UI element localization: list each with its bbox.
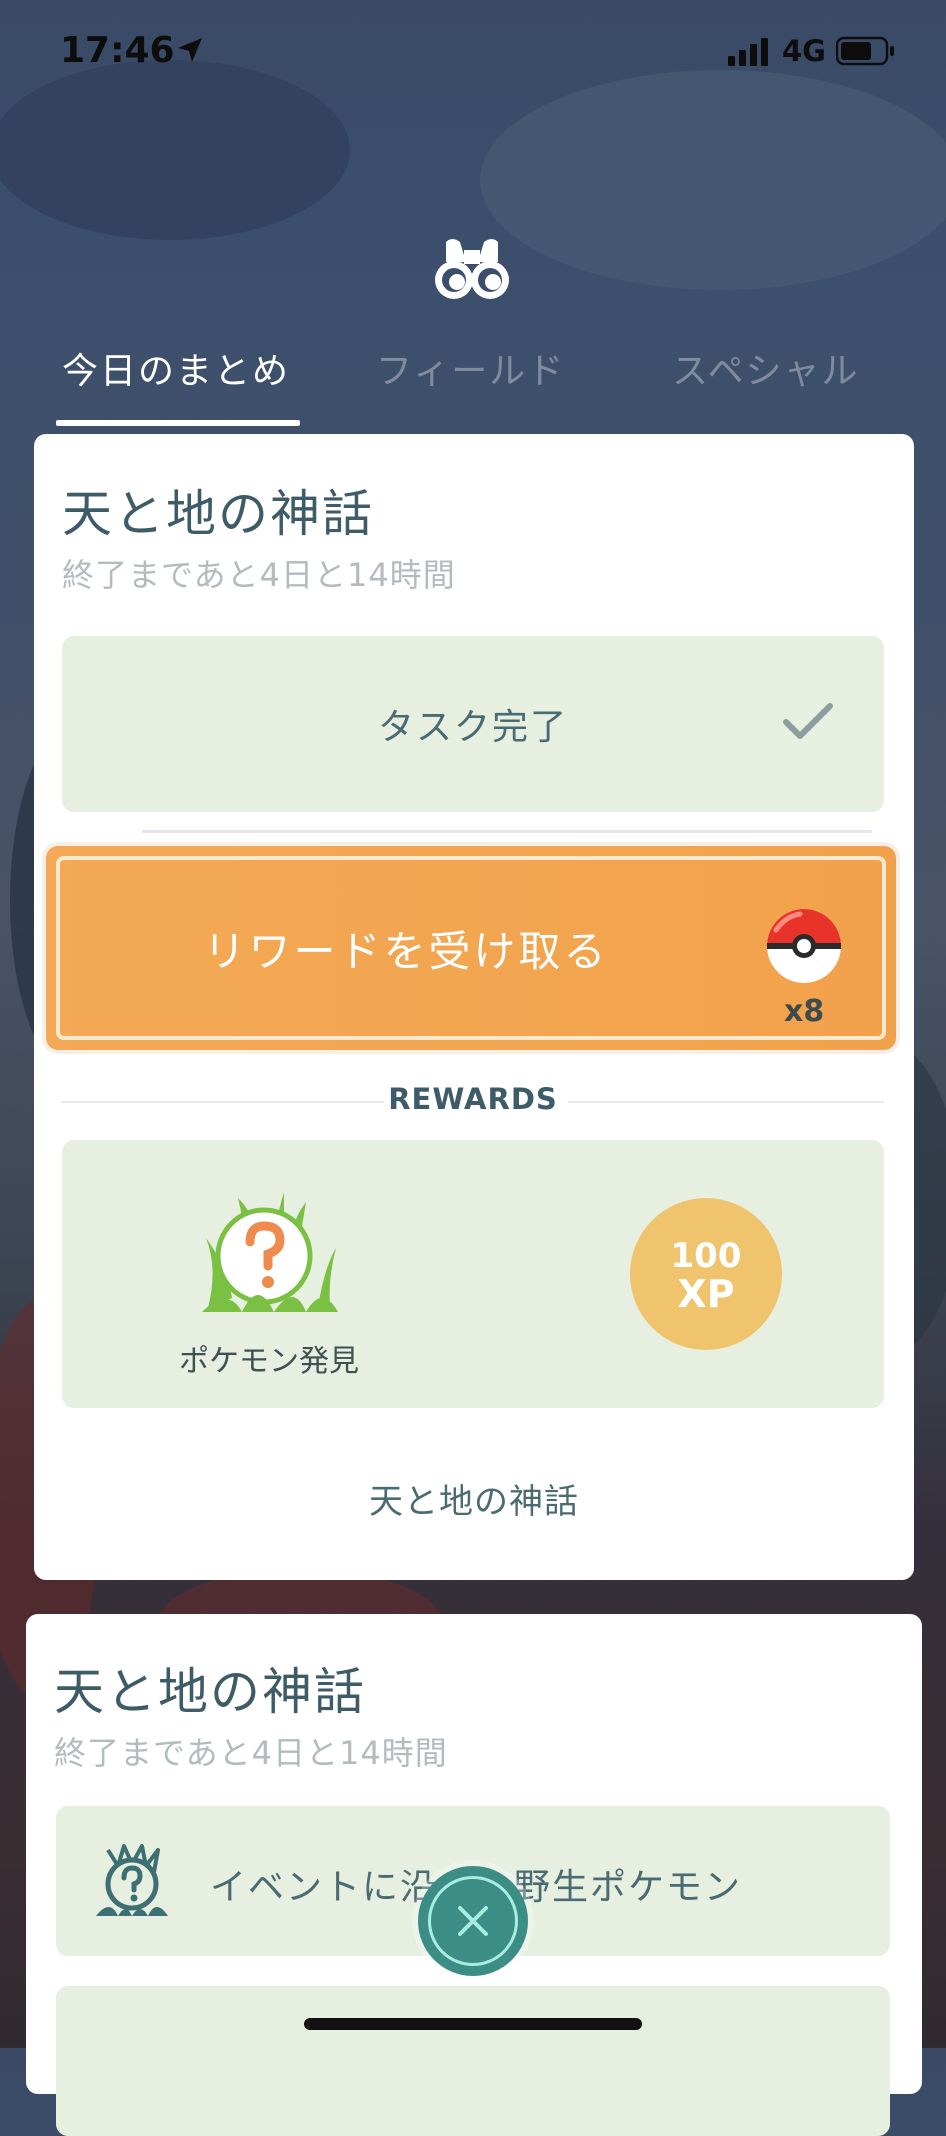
claim-reward-label: リワードを受け取る [203,927,609,976]
reward-encounter-label: ポケモン発見 [179,1344,359,1379]
wild-pokemon-icon [96,1844,168,1916]
tab-special[interactable]: スペシャル [672,342,859,394]
checkmark-icon [783,703,833,739]
cellular-signal-icon [728,38,768,66]
tab-today[interactable]: 今日のまとめ [62,342,290,394]
tab-field[interactable]: フィールド [376,342,565,394]
xp-value: 100 [670,1236,742,1276]
close-icon [458,1906,488,1936]
reward-item-count: x8 [784,994,825,1029]
task-complete-row: タスク完了 [62,636,884,812]
pokeball-icon [767,909,841,983]
binoculars-icon [435,239,509,299]
xp-reward-badge: 100 XP [630,1198,782,1350]
research-title: 天と地の神話 [62,485,374,543]
close-button[interactable] [418,1866,528,1976]
xp-unit: XP [677,1272,735,1316]
research-time-remaining: 終了まであと4日と14時間 [62,556,456,594]
rewards-heading: REWARDS [388,1082,558,1116]
pokemon-encounter-icon [202,1192,338,1312]
home-indicator[interactable] [304,2018,642,2030]
task-stack-edge [142,830,872,833]
active-tab-indicator [56,420,300,426]
rewards-panel: ポケモン発見 100 XP [62,1140,884,1408]
task-status-label: タスク完了 [377,707,568,748]
research-task-row-next [56,1986,890,2136]
status-time: 17:46 [60,30,175,71]
research-tabs: 今日のまとめ フィールド スペシャル [0,330,946,430]
status-bar: 17:46 4G [0,0,946,100]
battery-icon [836,36,894,66]
location-arrow-icon [178,38,202,62]
rewards-divider: REWARDS [62,1082,884,1122]
network-type: 4G [782,34,826,68]
research-time-remaining-2: 終了まであと4日と14時間 [54,1734,448,1772]
research-footer-title: 天と地の神話 [369,1482,579,1522]
research-title-2: 天と地の神話 [54,1663,366,1721]
claim-reward-button[interactable]: リワードを受け取る x8 [46,846,896,1050]
